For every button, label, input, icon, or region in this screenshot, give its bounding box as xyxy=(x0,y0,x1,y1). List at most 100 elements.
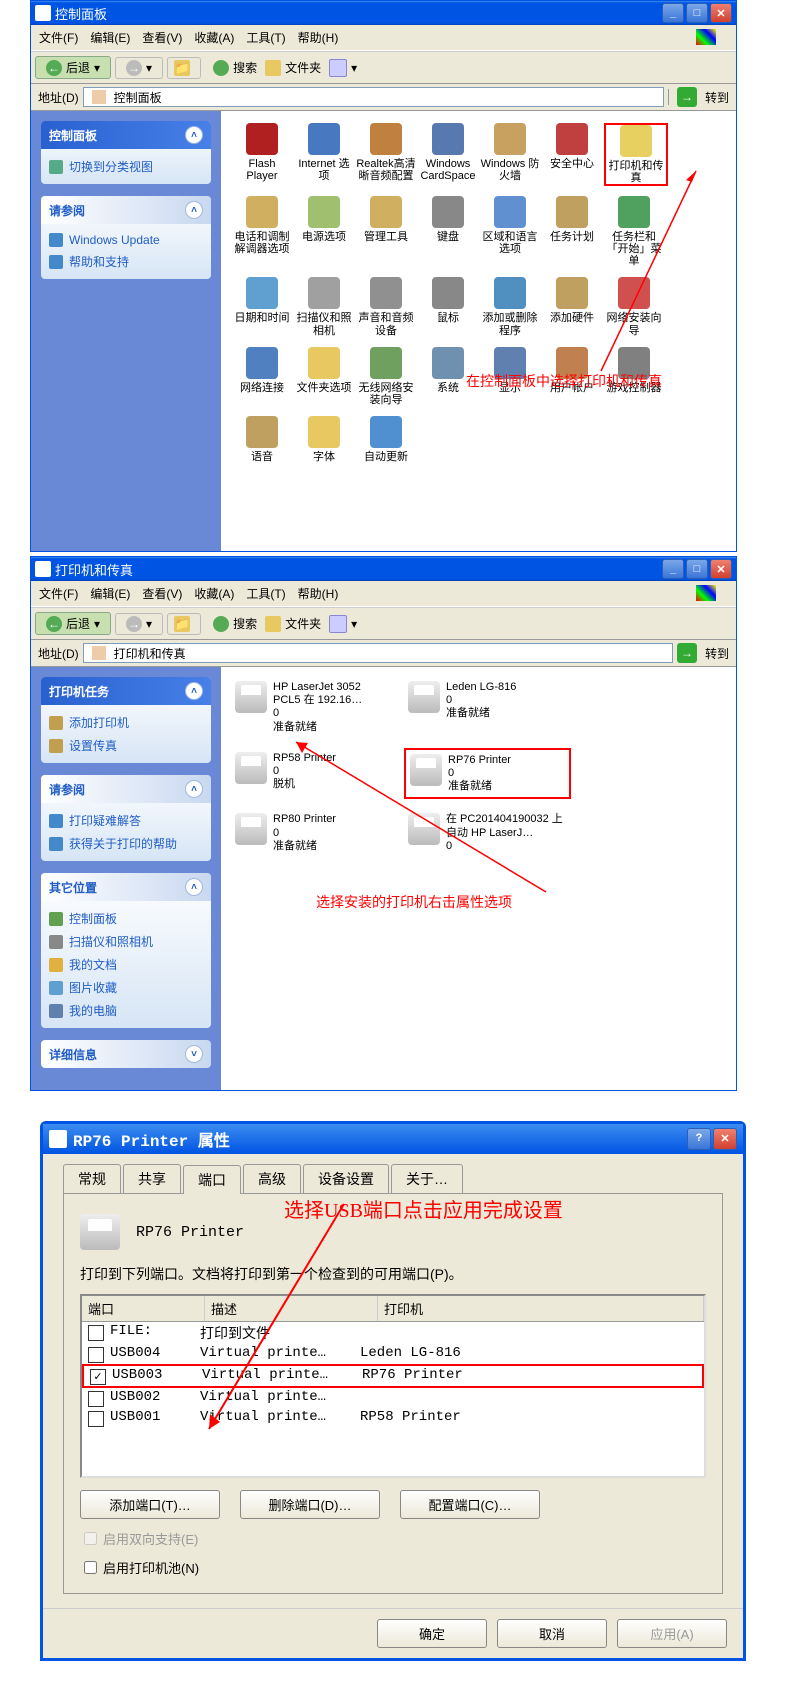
address-field[interactable]: 控制面板 xyxy=(83,87,664,107)
panel-header[interactable]: 其它位置˄ xyxy=(41,873,211,901)
control-panel-item[interactable]: 电源选项 xyxy=(294,196,354,267)
dialog-titlebar[interactable]: 🖨 RP76 Printer 属性 ? ✕ xyxy=(43,1124,743,1154)
control-panel-item[interactable]: Windows CardSpace xyxy=(418,123,478,186)
sidebar-link[interactable]: 添加打印机 xyxy=(49,711,203,734)
go-label[interactable]: 转到 xyxy=(705,645,729,662)
printer-item[interactable]: RP58 Printer0脱机 xyxy=(231,748,394,800)
collapse-icon[interactable]: ˄ xyxy=(185,878,203,896)
control-panel-item[interactable]: 任务计划 xyxy=(542,196,602,267)
close-button[interactable]: ✕ xyxy=(710,559,732,579)
add-port-button[interactable]: 添加端口(T)… xyxy=(80,1490,220,1519)
control-panel-item[interactable]: 声音和音频设备 xyxy=(356,277,416,336)
port-checkbox[interactable] xyxy=(88,1325,104,1341)
up-button[interactable]: 📁 xyxy=(167,613,201,635)
control-panel-item[interactable]: 区域和语言选项 xyxy=(480,196,540,267)
control-panel-item[interactable]: 网络安装向导 xyxy=(604,277,664,336)
address-field[interactable]: 打印机和传真 xyxy=(83,643,673,663)
back-button[interactable]: ←后退▾ xyxy=(35,612,111,635)
control-panel-item[interactable]: 扫描仪和照相机 xyxy=(294,277,354,336)
close-button[interactable]: ✕ xyxy=(710,3,732,23)
control-panel-item[interactable]: 语音 xyxy=(232,416,292,463)
titlebar[interactable]: 🖨 打印机和传真 _ □ ✕ xyxy=(31,557,736,581)
cancel-button[interactable]: 取消 xyxy=(497,1619,607,1648)
maximize-button[interactable]: □ xyxy=(686,3,708,23)
collapse-icon[interactable]: ˄ xyxy=(185,126,203,144)
port-checkbox[interactable] xyxy=(88,1391,104,1407)
sidebar-link[interactable]: Windows Update xyxy=(49,230,203,250)
tab-常规[interactable]: 常规 xyxy=(63,1164,121,1193)
control-panel-item[interactable]: Realtek高清晰音频配置 xyxy=(356,123,416,186)
menu-item[interactable]: 文件(F) xyxy=(39,587,78,601)
go-label[interactable]: 转到 xyxy=(705,89,729,106)
printer-item[interactable]: Leden LG-8160准备就绪 xyxy=(404,677,567,738)
port-row[interactable]: FILE:打印到文件 xyxy=(82,1322,704,1344)
menu-item[interactable]: 编辑(E) xyxy=(90,587,130,601)
sidebar-link[interactable]: 控制面板 xyxy=(49,907,203,930)
printer-pool-checkbox[interactable] xyxy=(84,1561,97,1574)
tab-关于…[interactable]: 关于… xyxy=(391,1164,463,1193)
sidebar-link[interactable]: 我的文档 xyxy=(49,953,203,976)
panel-header[interactable]: 控制面板˄ xyxy=(41,121,211,149)
go-button[interactable]: → xyxy=(677,87,697,107)
panel-header[interactable]: 请参阅˄ xyxy=(41,196,211,224)
control-panel-item[interactable]: 日期和时间 xyxy=(232,277,292,336)
control-panel-item[interactable]: 电话和调制解调器选项 xyxy=(232,196,292,267)
control-panel-item[interactable]: Windows 防火墙 xyxy=(480,123,540,186)
menu-item[interactable]: 工具(T) xyxy=(246,31,285,45)
folders-button[interactable]: 文件夹 xyxy=(265,615,321,632)
port-checkbox[interactable] xyxy=(88,1411,104,1427)
port-row[interactable]: USB001Virtual printe…RP58 Printer xyxy=(82,1408,704,1428)
back-button[interactable]: ←后退▾ xyxy=(35,56,111,79)
tab-设备设置[interactable]: 设备设置 xyxy=(303,1164,389,1193)
tab-共享[interactable]: 共享 xyxy=(123,1164,181,1193)
col-printer[interactable]: 打印机 xyxy=(378,1296,704,1321)
collapse-icon[interactable]: ˄ xyxy=(185,201,203,219)
control-panel-item[interactable]: 键盘 xyxy=(418,196,478,267)
sidebar-link[interactable]: 打印疑难解答 xyxy=(49,809,203,832)
panel-header[interactable]: 打印机任务˄ xyxy=(41,677,211,705)
sidebar-link[interactable]: 我的电脑 xyxy=(49,999,203,1022)
folders-button[interactable]: 文件夹 xyxy=(265,59,321,76)
ports-listview[interactable]: 端口 描述 打印机 FILE:打印到文件USB004Virtual printe… xyxy=(80,1294,706,1478)
control-panel-item[interactable]: 任务栏和「开始」菜单 xyxy=(604,196,664,267)
port-row[interactable]: USB002Virtual printe… xyxy=(82,1388,704,1408)
menu-item[interactable]: 查看(V) xyxy=(142,587,182,601)
sidebar-link[interactable]: 图片收藏 xyxy=(49,976,203,999)
configure-port-button[interactable]: 配置端口(C)… xyxy=(400,1490,540,1519)
panel-header[interactable]: 详细信息˅ xyxy=(41,1040,211,1068)
control-panel-item[interactable]: 文件夹选项 xyxy=(294,347,354,406)
control-panel-item[interactable]: 打印机和传真 xyxy=(604,123,668,186)
control-panel-item[interactable]: 字体 xyxy=(294,416,354,463)
minimize-button[interactable]: _ xyxy=(662,3,684,23)
menu-item[interactable]: 工具(T) xyxy=(246,587,285,601)
panel-header[interactable]: 请参阅˄ xyxy=(41,775,211,803)
minimize-button[interactable]: _ xyxy=(662,559,684,579)
printer-item[interactable]: RP76 Printer0准备就绪 xyxy=(404,748,571,800)
printer-item[interactable]: HP LaserJet 3052 PCL5 在 192.16…0准备就绪 xyxy=(231,677,394,738)
menu-item[interactable]: 收藏(A) xyxy=(194,587,234,601)
sidebar-link[interactable]: 设置传真 xyxy=(49,734,203,757)
control-panel-item[interactable]: Internet 选项 xyxy=(294,123,354,186)
sidebar-link[interactable]: 获得关于打印的帮助 xyxy=(49,832,203,855)
delete-port-button[interactable]: 删除端口(D)… xyxy=(240,1490,380,1519)
control-panel-item[interactable]: 安全中心 xyxy=(542,123,602,186)
menu-item[interactable]: 文件(F) xyxy=(39,31,78,45)
help-button[interactable]: ? xyxy=(687,1128,711,1150)
tab-高级[interactable]: 高级 xyxy=(243,1164,301,1193)
search-button[interactable]: 搜索 xyxy=(213,59,257,76)
port-row[interactable]: USB004Virtual printe…Leden LG-816 xyxy=(82,1344,704,1364)
col-port[interactable]: 端口 xyxy=(82,1296,205,1321)
control-panel-item[interactable]: 自动更新 xyxy=(356,416,416,463)
control-panel-item[interactable]: 网络连接 xyxy=(232,347,292,406)
close-button[interactable]: ✕ xyxy=(713,1128,737,1150)
expand-icon[interactable]: ˅ xyxy=(185,1045,203,1063)
search-button[interactable]: 搜索 xyxy=(213,615,257,632)
views-button[interactable]: ▾ xyxy=(329,615,357,633)
collapse-icon[interactable]: ˄ xyxy=(185,780,203,798)
apply-button[interactable]: 应用(A) xyxy=(617,1619,727,1648)
control-panel-item[interactable]: Flash Player xyxy=(232,123,292,186)
control-panel-item[interactable]: 鼠标 xyxy=(418,277,478,336)
sidebar-link[interactable]: 帮助和支持 xyxy=(49,250,203,273)
tab-端口[interactable]: 端口 xyxy=(183,1165,241,1194)
forward-button[interactable]: →▾ xyxy=(115,613,163,635)
